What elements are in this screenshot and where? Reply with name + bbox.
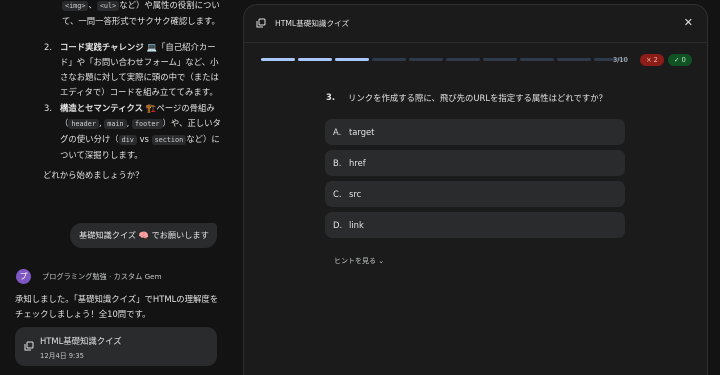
card-title: HTML基礎知識クイズ [40,336,122,346]
check-icon: ✓ [674,56,680,64]
progress-bar [261,58,628,61]
progress-segment [409,58,443,61]
user-message-bubble: 基礎知識クイズ 🧠 でお願いします [70,223,217,248]
panel-title: HTML基礎知識クイズ [275,19,350,28]
gem-name: プログラミング勉強 · カスタム Gem [42,272,162,281]
gem-avatar: プ [16,269,31,284]
answer-option-c[interactable]: C. src [325,181,625,207]
close-icon[interactable]: ✕ [684,16,693,29]
progress-segment [261,58,295,61]
answer-option-a[interactable]: A. target [325,119,625,145]
question-number: 3. [326,92,336,102]
intro-text: <img>、 <ul> など）や属性の役割につい て、一問一答形式でサクサク確認しま… [62,0,220,26]
card-date: 12月4日 9:35 [40,352,84,360]
correct-count-badge: ✓ 0 [668,54,692,66]
copy-icon [256,18,266,28]
panel-header: HTML基礎知識クイズ ✕ [244,5,707,43]
code-chip: <ul> [96,1,120,11]
code-chip: <img> [62,1,89,11]
progress-segment [520,58,554,61]
hint-button[interactable]: ヒントを見る ⌄ [334,256,384,266]
progress-segment [298,58,332,61]
assistant-reply: 承知しました。「基礎知識クイズ」でHTMLの理解度をチェックしましょう！全10問… [15,294,219,319]
chevron-down-icon: ⌄ [378,257,385,265]
progress-segment [557,58,591,61]
chat-pane: <img>、 <ul> など）や属性の役割につい て、一問一答形式でサクサク確認しま… [0,0,232,375]
answer-option-b[interactable]: B. href [325,150,625,176]
x-icon: × [646,56,652,64]
copy-icon [24,341,34,351]
progress-segment [446,58,480,61]
progress-segment [483,58,517,61]
quiz-card[interactable]: HTML基礎知識クイズ 12月4日 9:35 [15,327,217,366]
progress-count: 3/10 [613,56,628,64]
answer-option-d[interactable]: D. link [325,212,625,238]
question-text: リンクを作成する際に、飛び先のURLを指定する属性はどれですか？ [348,93,607,103]
wrong-count-badge: × 2 [640,54,664,66]
progress-segment [335,58,369,61]
assistant-question: どれから始めましょうか？ [43,170,144,180]
progress-segment [372,58,406,61]
quiz-panel: HTML基礎知識クイズ ✕ 3/10 × 2 ✓ 0 3. リンクを作成する際に… [243,4,708,375]
